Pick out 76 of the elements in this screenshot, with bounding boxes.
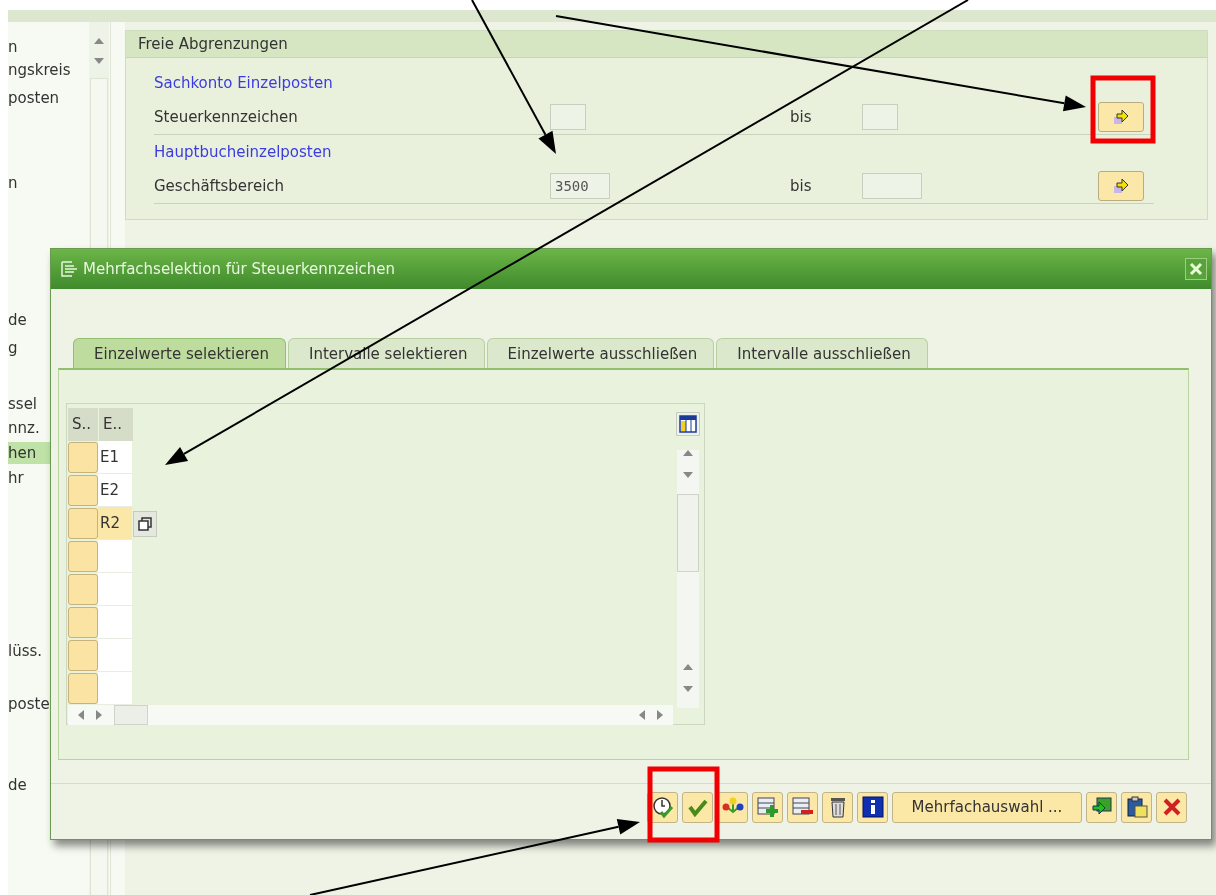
highlight-frame xyxy=(1090,75,1156,144)
remove-row-icon xyxy=(791,796,814,818)
scrollbar-thumb[interactable] xyxy=(677,494,699,572)
clock-check-icon xyxy=(651,796,674,818)
row-selector[interactable] xyxy=(68,673,98,704)
columns-icon xyxy=(679,415,697,433)
table-cell[interactable]: R2 xyxy=(98,507,132,540)
dialog-icon xyxy=(61,261,79,277)
panel-title: Freie Abgrenzungen xyxy=(126,31,1207,58)
arrow-right-icon xyxy=(1112,108,1130,126)
field-label: Steuerkennzeichen xyxy=(154,108,299,126)
sidebar-item[interactable]: n xyxy=(8,172,88,194)
row-selector[interactable] xyxy=(68,442,98,473)
multiple-selection-button[interactable]: Mehrfachauswahl ... xyxy=(892,791,1082,823)
tab[interactable]: Einzelwerte selektieren xyxy=(73,338,286,368)
row-selector[interactable] xyxy=(68,508,98,539)
scroll-down-icon[interactable] xyxy=(683,472,693,478)
scroll-down-icon[interactable] xyxy=(683,686,693,692)
field-label: bis xyxy=(790,108,813,126)
trash-icon xyxy=(828,796,847,818)
table-cell[interactable] xyxy=(98,672,132,705)
sidebar-item[interactable]: posten xyxy=(8,87,88,109)
input-field[interactable] xyxy=(550,104,586,130)
multiple-selection-button[interactable] xyxy=(1098,102,1144,132)
section-heading: Sachkonto Einzelposten xyxy=(154,73,334,94)
scroll-right-icon[interactable] xyxy=(96,710,102,720)
section-heading: Hauptbucheinzelposten xyxy=(154,142,333,163)
copy-icon xyxy=(138,516,152,531)
cancel-icon xyxy=(1161,797,1182,817)
close-icon xyxy=(1189,262,1203,276)
scrollbar-thumb[interactable] xyxy=(114,705,148,725)
clipboard-icon xyxy=(1125,796,1148,818)
table-cell[interactable]: E1 xyxy=(98,441,132,474)
scroll-left-icon[interactable] xyxy=(78,710,84,720)
column-header[interactable]: E.. xyxy=(99,408,133,441)
scroll-down-icon[interactable] xyxy=(94,58,105,64)
toolbar-button[interactable] xyxy=(857,791,888,823)
sidebar-item[interactable]: n xyxy=(8,36,88,58)
scroll-up-icon[interactable] xyxy=(683,664,693,670)
table-cell[interactable]: E2 xyxy=(98,474,132,507)
toolbar-button[interactable] xyxy=(822,791,853,823)
scroll-right-icon[interactable] xyxy=(657,710,663,720)
layout-button[interactable] xyxy=(676,412,700,436)
add-row-icon xyxy=(756,796,779,818)
sidebar-item[interactable]: ngskreis xyxy=(8,59,88,81)
multiple-selection-button[interactable] xyxy=(1098,171,1144,201)
row-selector[interactable] xyxy=(68,640,98,671)
table-cell[interactable] xyxy=(98,606,132,639)
scroll-left-icon[interactable] xyxy=(639,710,645,720)
close-button[interactable] xyxy=(1185,258,1207,280)
scroll-up-icon[interactable] xyxy=(94,38,105,44)
column-header[interactable]: S.. xyxy=(68,408,98,441)
value-help-button[interactable] xyxy=(133,510,157,537)
field-label: bis xyxy=(790,177,813,195)
input-field[interactable] xyxy=(862,104,898,130)
table-cell[interactable] xyxy=(98,573,132,606)
input-field[interactable] xyxy=(862,173,922,199)
table-cell[interactable] xyxy=(98,639,132,672)
scroll-up-icon[interactable] xyxy=(683,450,693,456)
row-selector[interactable] xyxy=(68,475,98,506)
checkmark-icon xyxy=(687,797,708,817)
horizontal-scrollbar[interactable] xyxy=(68,705,673,725)
dialog-title: Mehrfachselektion für Steuerkennzeichen xyxy=(83,260,397,278)
info-icon xyxy=(861,796,884,818)
table-cell[interactable] xyxy=(98,540,132,573)
row-selector[interactable] xyxy=(68,574,98,605)
field-label: Geschäftsbereich xyxy=(154,177,286,195)
row-selector[interactable] xyxy=(68,541,98,572)
tab[interactable]: Intervalle ausschließen xyxy=(716,338,928,368)
input-field[interactable]: 3500 xyxy=(550,173,610,199)
tab[interactable]: Einzelwerte ausschließen xyxy=(486,338,715,368)
vertical-scrollbar[interactable] xyxy=(677,450,699,708)
toolbar-button[interactable] xyxy=(1086,791,1117,823)
row-selector[interactable] xyxy=(68,607,98,638)
arrow-right-icon xyxy=(1112,177,1130,195)
toolbar-button[interactable] xyxy=(1121,791,1152,823)
